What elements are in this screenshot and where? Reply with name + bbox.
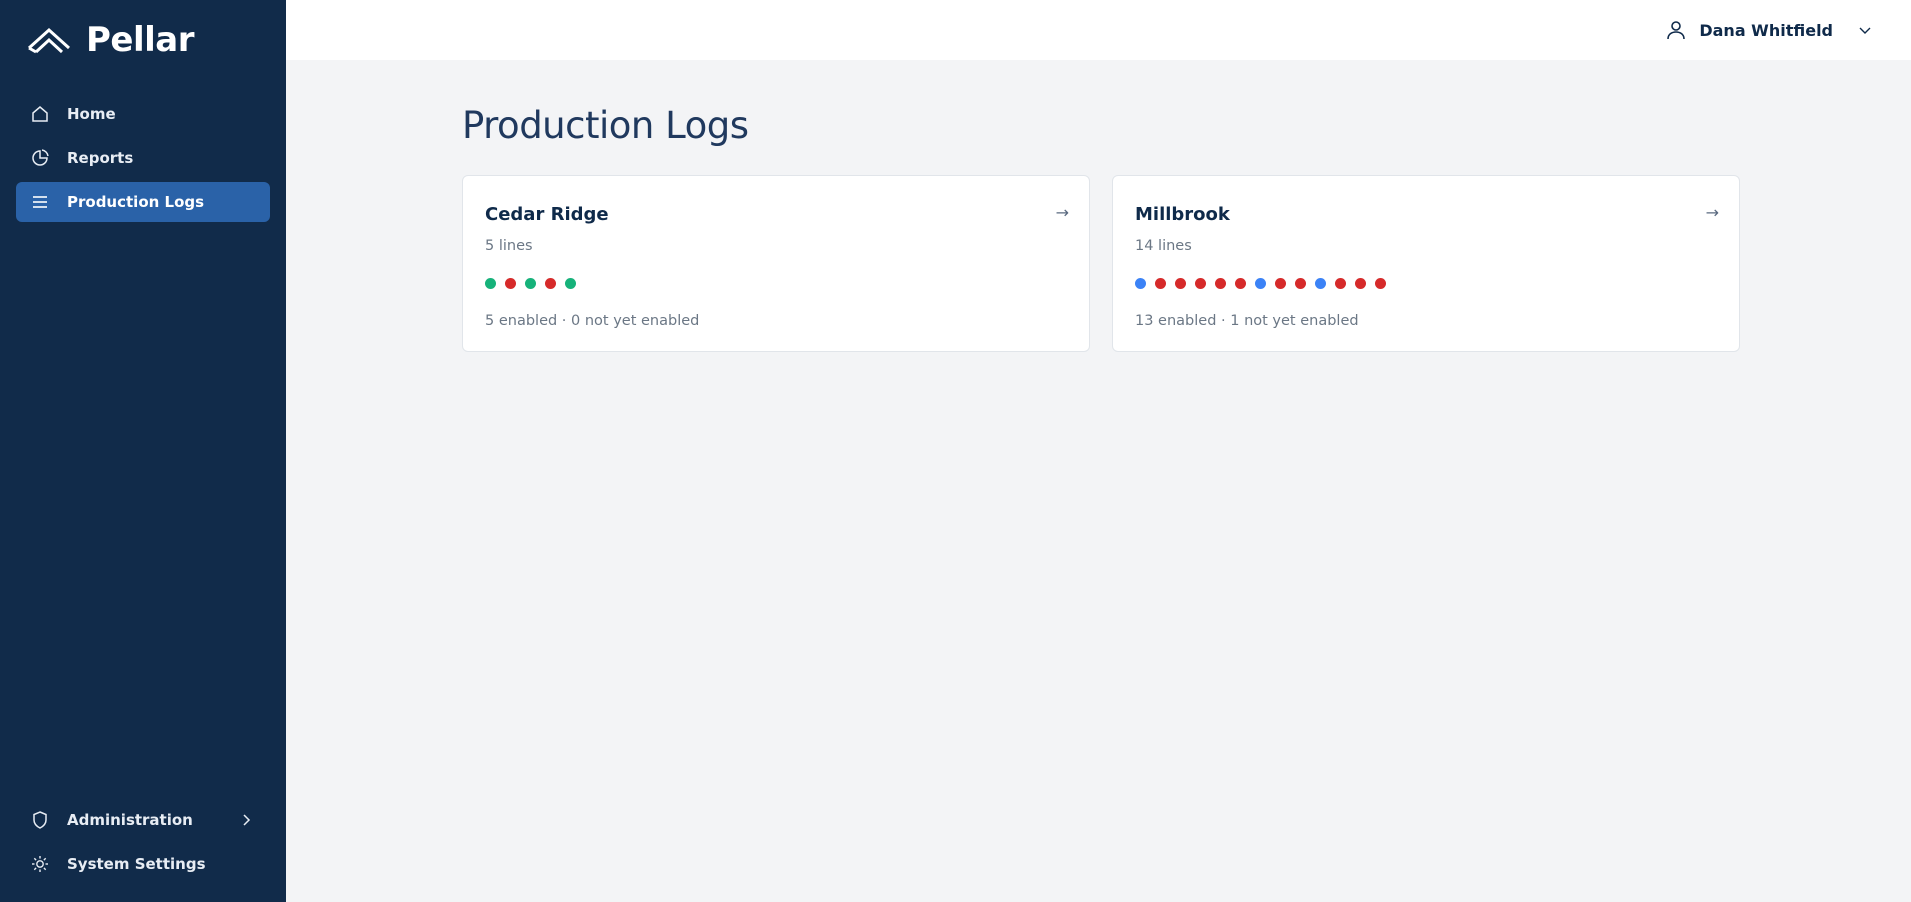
sun-icon bbox=[30, 854, 50, 874]
line-status-dot-red bbox=[505, 278, 516, 289]
sidebar-item-label: Home bbox=[67, 105, 116, 123]
line-status-dot-red bbox=[1375, 278, 1386, 289]
line-status-dot-green bbox=[485, 278, 496, 289]
line-status-dot-green bbox=[565, 278, 576, 289]
line-status-dot-blue bbox=[1135, 278, 1146, 289]
sidebar-item-label: Production Logs bbox=[67, 193, 205, 211]
app-name: Pellar bbox=[86, 20, 195, 60]
arrow-right-icon[interactable]: → bbox=[1056, 203, 1069, 222]
sidebar-item-production-logs[interactable]: Production Logs bbox=[16, 182, 270, 222]
line-status-dot-red bbox=[1155, 278, 1166, 289]
line-status-dot-red bbox=[1355, 278, 1366, 289]
card-status-summary: 5 enabled · 0 not yet enabled bbox=[485, 313, 700, 329]
line-status-dot-blue bbox=[1315, 278, 1326, 289]
top-bar: Dana Whitfield bbox=[286, 0, 1911, 60]
sidebar-item-label: System Settings bbox=[67, 855, 206, 873]
card-title: Cedar Ridge bbox=[485, 204, 609, 225]
line-status-dot-red bbox=[1195, 278, 1206, 289]
line-status-dot-red bbox=[1235, 278, 1246, 289]
line-status-dot-red bbox=[1335, 278, 1346, 289]
user-name: Dana Whitfield bbox=[1699, 20, 1833, 40]
user-icon bbox=[1667, 21, 1686, 40]
arrow-right-icon[interactable]: → bbox=[1706, 203, 1719, 222]
card-title: Millbrook bbox=[1135, 204, 1230, 225]
site-card-millbrook[interactable]: Millbrook → 14 lines 13 enabled · 1 not … bbox=[1112, 175, 1740, 352]
line-status-dot-red bbox=[545, 278, 556, 289]
list-icon bbox=[30, 192, 50, 212]
line-status-dots bbox=[485, 278, 585, 289]
line-status-dot-red bbox=[1275, 278, 1286, 289]
page-title: Production Logs bbox=[462, 104, 749, 147]
shield-icon bbox=[30, 810, 50, 830]
sidebar-item-label: Administration bbox=[67, 811, 193, 829]
pellar-logo-icon bbox=[27, 27, 71, 54]
sidebar-item-administration[interactable]: Administration bbox=[16, 800, 270, 840]
line-status-dot-green bbox=[525, 278, 536, 289]
sidebar-item-label: Reports bbox=[67, 149, 134, 167]
line-status-dot-red bbox=[1175, 278, 1186, 289]
sidebar: Pellar Home Reports Production Logs Admi… bbox=[0, 0, 286, 902]
pie-chart-icon bbox=[30, 148, 50, 168]
card-line-count: 14 lines bbox=[1135, 238, 1192, 254]
home-icon bbox=[30, 104, 50, 124]
card-line-count: 5 lines bbox=[485, 238, 533, 254]
user-menu[interactable]: Dana Whitfield bbox=[1665, 14, 1873, 46]
line-status-dot-red bbox=[1215, 278, 1226, 289]
chevron-right-icon bbox=[243, 814, 251, 826]
line-status-dots bbox=[1135, 278, 1395, 289]
sidebar-item-reports[interactable]: Reports bbox=[16, 138, 270, 178]
sidebar-item-system-settings[interactable]: System Settings bbox=[16, 844, 270, 884]
chevron-down-icon bbox=[1859, 27, 1871, 34]
card-status-summary: 13 enabled · 1 not yet enabled bbox=[1135, 313, 1359, 329]
line-status-dot-red bbox=[1295, 278, 1306, 289]
line-status-dot-blue bbox=[1255, 278, 1266, 289]
site-card-cedar-ridge[interactable]: Cedar Ridge → 5 lines 5 enabled · 0 not … bbox=[462, 175, 1090, 352]
app-logo[interactable]: Pellar bbox=[27, 18, 195, 62]
sidebar-item-home[interactable]: Home bbox=[16, 94, 270, 134]
